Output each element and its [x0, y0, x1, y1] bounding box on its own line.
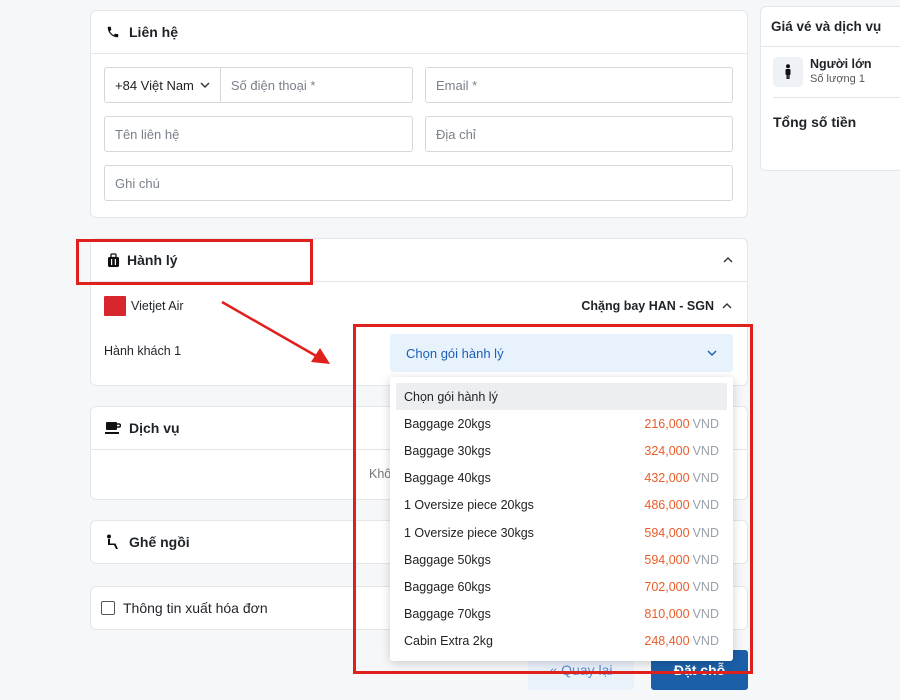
baggage-option[interactable]: 1 Oversize piece 20kgs 486,000 VND	[396, 492, 727, 519]
baggage-title: Hành lý	[127, 252, 178, 268]
contact-name-input[interactable]	[115, 126, 402, 142]
luggage-icon	[105, 252, 121, 268]
service-empty-text: Khô	[369, 467, 392, 481]
baggage-option-label: Baggage 20kgs	[404, 416, 491, 431]
contact-name-field[interactable]	[104, 116, 413, 152]
chevron-down-icon	[707, 350, 717, 357]
email-field[interactable]	[425, 67, 733, 103]
baggage-option[interactable]: Chọn gói hành lý	[396, 383, 727, 411]
service-title: Dịch vụ	[129, 420, 180, 436]
passenger-quantity: Số lượng 1	[810, 73, 865, 85]
flight-leg-toggle[interactable]: Chặng bay HAN - SGN	[581, 299, 732, 313]
price-amount: 432,000	[644, 471, 690, 486]
address-field[interactable]	[425, 116, 733, 152]
price-currency: VND	[692, 471, 719, 486]
price-amount: 594,000	[644, 552, 690, 567]
price-currency: VND	[692, 525, 719, 540]
baggage-option-label: Baggage 50kgs	[404, 552, 491, 567]
baggage-select[interactable]: Chọn gói hành lý	[390, 334, 733, 372]
price-currency: VND	[692, 579, 719, 594]
baggage-option-label: Baggage 60kgs	[404, 579, 491, 594]
price-amount: 810,000	[644, 607, 690, 622]
baggage-option-label: Baggage 40kgs	[404, 471, 491, 486]
summary-card: Giá vé và dịch vụ Người lớn Số lượng 1 T…	[760, 6, 900, 171]
price-amount: 594,000	[644, 525, 690, 540]
price-amount: 324,000	[644, 443, 690, 458]
baggage-option[interactable]: Baggage 50kgs 594,000 VND	[396, 546, 727, 573]
note-field[interactable]	[104, 165, 733, 201]
contact-header: Liên hệ	[91, 11, 747, 53]
baggage-option-price: 810,000 VND	[644, 607, 719, 621]
baggage-option-price: 702,000 VND	[644, 580, 719, 594]
baggage-option[interactable]: Cabin Extra 2kg 248,400 VND	[396, 628, 727, 655]
baggage-header[interactable]: Hành lý	[91, 239, 747, 281]
baggage-option-price: 594,000 VND	[644, 526, 719, 540]
phone-icon	[105, 24, 121, 40]
baggage-options-menu: Chọn gói hành lý Baggage 20kgs 216,000 VND B…	[390, 377, 733, 661]
person-icon	[773, 57, 803, 87]
seat-title: Ghế ngồi	[129, 534, 190, 550]
passenger-summary: Người lớn Số lượng 1	[761, 47, 900, 97]
invoice-checkbox[interactable]	[101, 601, 115, 615]
country-code-select[interactable]: +84 Việt Nam	[115, 68, 221, 102]
flight-leg-label: Chặng bay HAN - SGN	[581, 299, 714, 313]
baggage-option-label: Baggage 30kgs	[404, 443, 491, 458]
invoice-label: Thông tin xuất hóa đơn	[123, 600, 268, 616]
baggage-option[interactable]: Baggage 20kgs 216,000 VND	[396, 410, 727, 437]
baggage-option[interactable]: Baggage 30kgs 324,000 VND	[396, 437, 727, 464]
note-input[interactable]	[115, 175, 722, 191]
chevron-up-icon[interactable]	[723, 255, 733, 265]
passenger-label: Hành khách 1	[104, 344, 182, 358]
price-amount: 248,400	[644, 634, 690, 649]
country-code-label: +84 Việt Nam	[115, 77, 194, 93]
baggage-option-label: 1 Oversize piece 30kgs	[404, 525, 534, 540]
contact-title: Liên hệ	[129, 24, 179, 40]
baggage-option[interactable]: Baggage 40kgs 432,000 VND	[396, 465, 727, 492]
total-label: Tổng số tiền	[773, 114, 857, 130]
price-currency: VND	[692, 416, 719, 431]
seat-icon	[105, 534, 121, 550]
baggage-option-price: 486,000 VND	[644, 498, 719, 512]
vietjet-logo	[104, 296, 126, 316]
baggage-option-label: Chọn gói hành lý	[404, 389, 498, 404]
price-amount: 702,000	[644, 579, 690, 594]
baggage-option-price: 594,000 VND	[644, 553, 719, 567]
email-input[interactable]	[436, 77, 722, 93]
airline-row: Vietjet Air	[104, 296, 184, 316]
chevron-down-icon	[200, 82, 210, 88]
baggage-option-price: 432,000 VND	[644, 471, 719, 485]
address-input[interactable]	[436, 126, 722, 142]
phone-field[interactable]: +84 Việt Nam	[104, 67, 413, 103]
baggage-option-price: 248,400 VND	[644, 634, 719, 648]
baggage-option[interactable]: Baggage 60kgs 702,000 VND	[396, 573, 727, 600]
price-amount: 486,000	[644, 498, 690, 513]
summary-title: Giá vé và dịch vụ	[771, 19, 882, 34]
price-currency: VND	[692, 634, 719, 649]
coffee-icon	[105, 420, 121, 436]
chevron-up-icon	[722, 303, 732, 309]
baggage-option-price: 324,000 VND	[644, 444, 719, 458]
contact-divider	[91, 53, 747, 54]
airline-name: Vietjet Air	[131, 299, 184, 313]
baggage-option-price: 216,000 VND	[644, 417, 719, 431]
price-currency: VND	[692, 443, 719, 458]
baggage-select-value: Chọn gói hành lý	[406, 345, 504, 361]
baggage-option[interactable]: Baggage 70kgs 810,000 VND	[396, 601, 727, 628]
baggage-option[interactable]: 1 Oversize piece 30kgs 594,000 VND	[396, 519, 727, 546]
price-currency: VND	[692, 552, 719, 567]
passenger-type: Người lớn	[810, 57, 872, 71]
baggage-divider	[91, 281, 747, 282]
price-amount: 216,000	[644, 416, 690, 431]
baggage-option-label: Cabin Extra 2kg	[404, 634, 493, 649]
phone-input[interactable]	[230, 77, 402, 93]
baggage-option-label: 1 Oversize piece 20kgs	[404, 498, 534, 513]
baggage-option-label: Baggage 70kgs	[404, 607, 491, 622]
price-currency: VND	[692, 498, 719, 513]
price-currency: VND	[692, 607, 719, 622]
